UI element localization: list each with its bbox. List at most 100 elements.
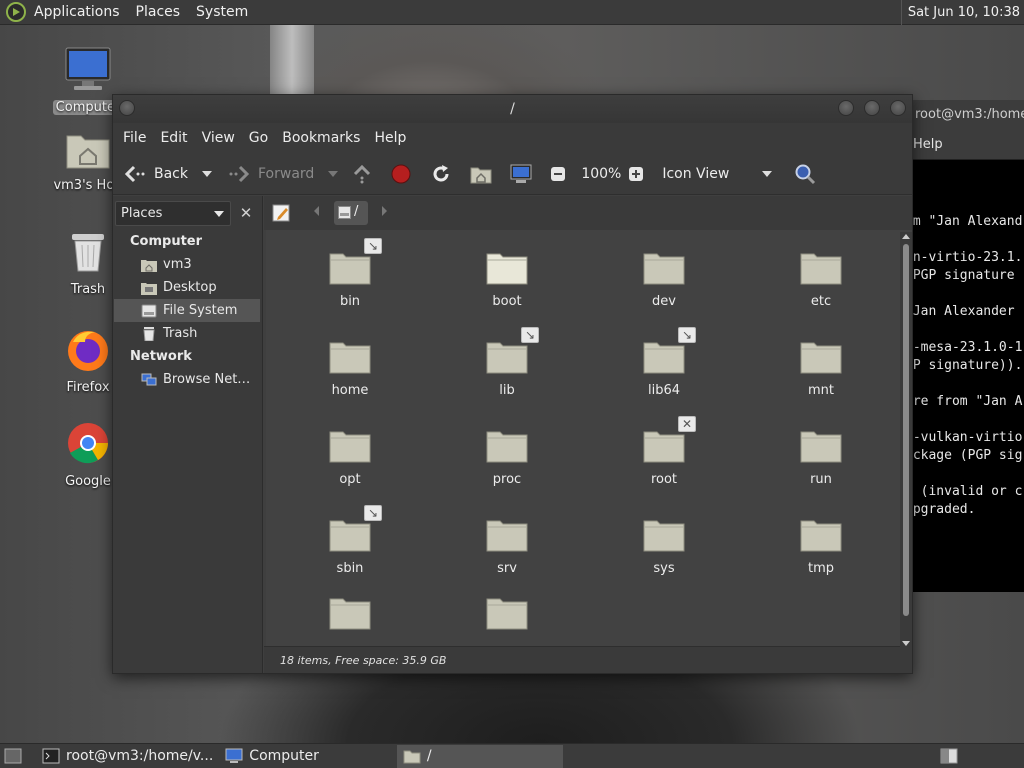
file-item[interactable]: dev	[609, 248, 719, 309]
computer-icon	[510, 164, 532, 183]
file-item[interactable]: ↘ bin	[295, 238, 405, 309]
menu-applications[interactable]: Applications	[26, 0, 128, 25]
file-item[interactable]: ↘ lib64	[609, 327, 719, 398]
vertical-scrollbar[interactable]	[900, 232, 912, 648]
zoom-out-button[interactable]	[545, 159, 579, 189]
file-manager-body: Places ✕ Computer vm3 Desktop File Syste…	[113, 196, 912, 673]
minimize-button[interactable]	[838, 100, 854, 116]
file-item[interactable]: ↘ lib	[452, 327, 562, 398]
file-item[interactable]: proc	[452, 426, 562, 487]
menu-bookmarks[interactable]: Bookmarks	[275, 130, 367, 146]
folder-icon	[800, 342, 842, 374]
forward-history-dropdown[interactable]	[328, 170, 339, 177]
terminal-menu-help[interactable]: Help	[905, 130, 1024, 160]
computer-button[interactable]	[505, 159, 545, 189]
menu-view[interactable]: View	[195, 130, 242, 146]
scroll-down-arrow[interactable]	[902, 641, 910, 646]
file-item-label: dev	[652, 294, 676, 309]
sidebar-item-label: vm3	[163, 257, 192, 272]
file-item-label: lib	[499, 383, 515, 398]
forward-button[interactable]: Forward	[223, 159, 343, 189]
scroll-up-arrow[interactable]	[902, 234, 910, 239]
sidebar-item-trash[interactable]: Trash	[114, 322, 260, 345]
menu-help[interactable]: Help	[367, 130, 413, 146]
path-scroll-right-icon[interactable]	[382, 206, 387, 216]
file-item[interactable]: ✕ root	[609, 416, 719, 487]
file-manager-window[interactable]: / File Edit View Go Bookmarks Help Back …	[112, 94, 913, 674]
side-heading-network: Network	[130, 349, 192, 364]
search-icon	[795, 164, 816, 184]
file-item-label: bin	[339, 294, 361, 309]
terminal-title[interactable]: root@vm3:/home/vm	[905, 100, 1024, 130]
zoom-out-icon	[551, 166, 566, 181]
sidebar-item-desktop[interactable]: Desktop	[114, 276, 260, 299]
file-item[interactable]: tmp	[766, 515, 876, 576]
close-side-pane-icon[interactable]: ✕	[235, 201, 257, 226]
window-title: /	[510, 101, 515, 117]
file-item[interactable]: etc	[766, 248, 876, 309]
home-folder-icon	[141, 259, 157, 272]
terminal-line: n (invalid or c	[905, 484, 1023, 499]
back-button[interactable]: Back	[119, 159, 217, 189]
file-item[interactable]: mnt	[766, 337, 876, 398]
maximize-button[interactable]	[864, 100, 880, 116]
workspace-switcher-icon[interactable]	[940, 748, 958, 764]
distro-logo-icon[interactable]	[6, 2, 26, 22]
chevron-down-icon	[214, 211, 224, 217]
file-item[interactable]: run	[766, 426, 876, 487]
forward-arrow-icon	[229, 165, 250, 182]
view-mode-select[interactable]: Icon View	[657, 159, 777, 189]
search-button[interactable]	[789, 159, 829, 189]
breadcrumb-label: /	[354, 204, 359, 219]
terminal-line: 2-vulkan-virtio	[905, 430, 1023, 445]
file-item[interactable]: ↘ sbin	[295, 505, 405, 576]
home-button[interactable]	[465, 159, 505, 189]
menu-system[interactable]: System	[188, 0, 256, 25]
drive-icon	[338, 206, 351, 219]
taskbar-item-label: Computer	[249, 748, 319, 764]
menu-edit[interactable]: Edit	[153, 130, 194, 146]
file-item[interactable]: srv	[452, 515, 562, 576]
clock[interactable]: Sat Jun 10, 10:38	[900, 0, 1020, 25]
reload-button[interactable]	[425, 159, 465, 189]
close-button[interactable]	[890, 100, 906, 116]
sidebar-item-file-system[interactable]: File System	[114, 299, 260, 322]
sidebar-item-browse-network[interactable]: Browse Net…	[114, 368, 260, 391]
file-item[interactable]: sys	[609, 515, 719, 576]
terminal-window[interactable]: root@vm3:/home/vm Help om "Jan Alexand a…	[905, 100, 1024, 592]
file-item[interactable]: home	[295, 337, 405, 398]
taskbar-item-terminal[interactable]: root@vm3:/home/v...	[36, 745, 219, 768]
folder-icon	[800, 520, 842, 552]
folder-icon	[800, 431, 842, 463]
menu-go[interactable]: Go	[242, 130, 275, 146]
scroll-thumb[interactable]	[903, 244, 909, 616]
back-label: Back	[154, 165, 188, 182]
up-button[interactable]	[347, 159, 385, 189]
window-titlebar[interactable]: /	[113, 95, 912, 123]
file-item[interactable]	[295, 593, 405, 639]
file-item[interactable]: opt	[295, 426, 405, 487]
zoom-level[interactable]: 100%	[579, 159, 623, 189]
window-menu-button[interactable]	[119, 100, 135, 116]
menu-file[interactable]: File	[116, 130, 153, 146]
folder-icon	[643, 253, 685, 285]
path-scroll-left-icon[interactable]	[314, 206, 319, 216]
file-icon-view[interactable]: ↘ bin boot dev etc home ↘ lib ↘ lib64 mnt opt proc ✕ r…	[266, 230, 912, 646]
taskbar-item-filesystem[interactable]: /	[396, 744, 563, 768]
zoom-in-button[interactable]	[623, 159, 657, 189]
trash-icon	[72, 234, 104, 272]
sidebar-item-vm3[interactable]: vm3	[114, 253, 260, 276]
stop-button[interactable]	[385, 159, 425, 189]
side-pane-selector[interactable]: Places	[115, 201, 231, 226]
back-history-dropdown[interactable]	[202, 170, 212, 177]
file-item[interactable]: boot	[452, 248, 562, 309]
menu-places[interactable]: Places	[128, 0, 189, 25]
folder-icon	[486, 431, 528, 463]
taskbar-item-computer[interactable]: Computer	[219, 745, 325, 768]
edit-location-icon[interactable]	[272, 203, 292, 223]
terminal-line: upgraded.	[905, 502, 976, 517]
file-item[interactable]	[452, 593, 562, 639]
side-pane: Places ✕ Computer vm3 Desktop File Syste…	[113, 196, 263, 673]
show-desktop-icon[interactable]	[4, 748, 22, 764]
breadcrumb-root[interactable]: /	[334, 201, 368, 225]
